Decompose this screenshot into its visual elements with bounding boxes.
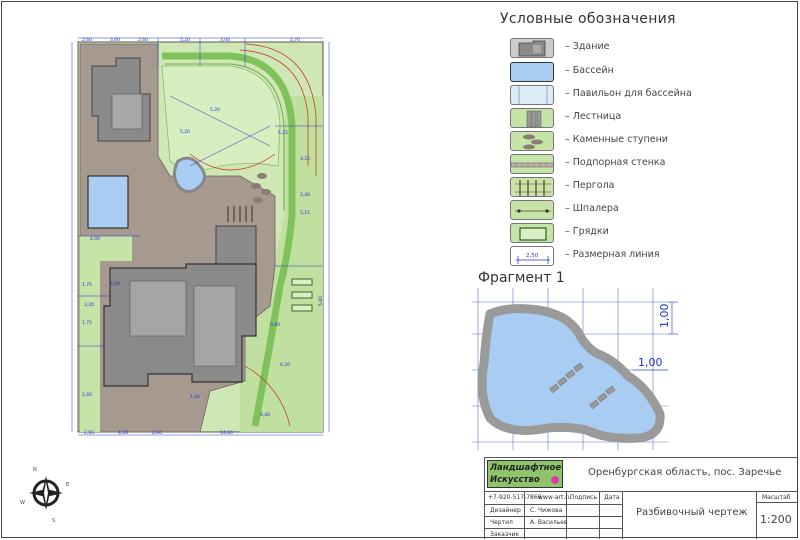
dim-label: 3,20: [84, 302, 94, 308]
phone: +7-920-517-7866: [488, 494, 542, 501]
dim-label: 1,75: [82, 282, 92, 288]
client-role: Заказчик: [490, 531, 520, 538]
website: www-art.ru: [538, 494, 572, 501]
drafter-role: Чертил: [490, 519, 513, 526]
legend-label: – Лестница: [565, 111, 622, 122]
dim-label: 5,70: [290, 37, 300, 43]
legend-label: – Бассейн: [565, 65, 614, 76]
house-top-inner: [111, 93, 143, 130]
dim-label: 5,15: [300, 210, 310, 216]
dim-label: 0,80: [270, 322, 280, 328]
legend-label: – Пергола: [565, 180, 615, 191]
stairs-symbol: [510, 108, 554, 128]
col-date: Дата: [604, 494, 620, 501]
legend-label: – Шпалера: [565, 203, 619, 214]
dim-label: 1,75: [82, 320, 92, 326]
dim-label: 4,00: [110, 281, 120, 287]
dim-label: 5,20: [180, 129, 190, 135]
legend-label: – Грядки: [565, 226, 609, 237]
beds-symbol: [510, 223, 554, 243]
site-plan: 2,60 3,00 2,60 5,20 3,00 5,70 5,20 5,20 …: [71, 37, 330, 436]
compass-west: W: [20, 500, 25, 506]
logo-text-line2: Искусство: [490, 475, 540, 485]
stones-symbol: [510, 131, 554, 151]
dim-label: 6,20: [280, 362, 290, 368]
logo-text-line1: Ландшафтное: [490, 463, 562, 473]
dim-label: 3,25: [300, 156, 310, 162]
wall-symbol: [510, 154, 554, 174]
dim-label: 2,60: [138, 37, 148, 43]
dim-label: 5,20: [180, 37, 190, 43]
top-lawn: [161, 65, 281, 171]
dim-label: 2,60: [82, 392, 92, 398]
dim-label: 4,00: [118, 430, 128, 436]
designer-name: С. Чижова: [530, 507, 563, 514]
dim-label: 6,40: [260, 412, 270, 418]
pool-symbol: [510, 62, 554, 82]
legend-title: Условные обозначения: [500, 11, 676, 27]
col-signature: Подпись: [570, 494, 597, 501]
site-address: Оренбургская область, пос. Заречье: [588, 467, 782, 478]
dim-label: 2,60: [82, 37, 92, 43]
dim-label: 2,40: [300, 192, 310, 198]
pool: [87, 175, 129, 229]
fragment-dim-vertical-value: 1,00: [658, 304, 671, 329]
dim-label: 5,25: [278, 130, 288, 136]
legend-label: – Размерная линия: [565, 249, 660, 260]
legend-label: – Здание: [565, 41, 610, 52]
company-logo: Ландшафтное Искусство: [487, 460, 563, 488]
dimension-sample-value: 2,50: [526, 253, 539, 259]
legend-label: – Подпорная стенка: [565, 157, 666, 168]
legend-label: – Каменные ступени: [565, 134, 668, 145]
trellis-symbol: [510, 200, 554, 220]
garden-beds: [291, 278, 313, 312]
compass-rose-icon: N E W S: [20, 467, 69, 524]
dim-label: 2,60: [152, 430, 162, 436]
compass-east: E: [66, 482, 69, 488]
scale-value: 1:200: [760, 513, 792, 526]
building-symbol: [510, 38, 554, 58]
drafter-name: А. Васильев: [530, 519, 568, 526]
drawing-name: Разбивочный чертеж: [636, 507, 748, 518]
logo-dot-icon: [551, 476, 559, 484]
dim-label: 14,60: [220, 430, 233, 436]
pavilion-symbol: [510, 85, 554, 105]
dim-label: 5,20: [210, 107, 220, 113]
scale-header: Масштаб: [762, 494, 791, 501]
dimension-symbol: 2,50: [510, 246, 554, 266]
pergola-symbol: [510, 177, 554, 197]
legend-label: – Павильон для бассейна: [565, 88, 692, 99]
fragment-dim-horizontal-value: 1,00: [638, 356, 663, 369]
dim-label: 3,00: [220, 37, 230, 43]
fragment-drawing: 1,00 1,00: [472, 288, 678, 450]
dim-label: 5,80: [318, 296, 324, 306]
dim-label: 1,40: [190, 394, 200, 400]
designer-role: Дизайнер: [490, 507, 521, 514]
compass-south: S: [52, 518, 55, 524]
dim-label: 3,00: [110, 37, 120, 43]
compass-north: N: [33, 467, 37, 473]
dim-label: 4,00: [90, 236, 100, 242]
title-block: Ландшафтное Искусство +7-920-517-7866 ww…: [484, 457, 798, 539]
dim-label: 2,60: [84, 430, 94, 436]
